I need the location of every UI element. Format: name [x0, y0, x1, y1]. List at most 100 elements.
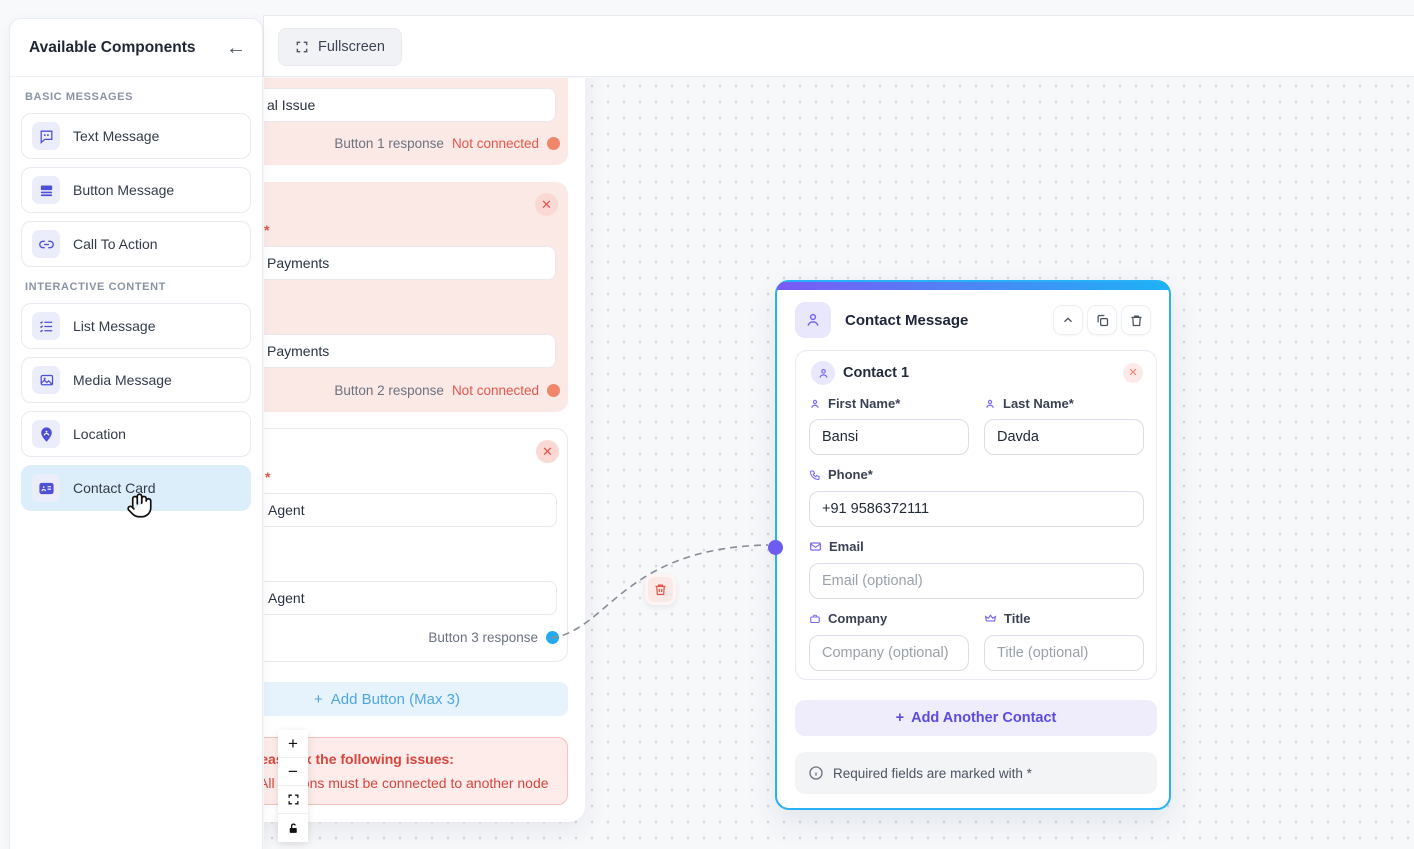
info-icon: [808, 765, 824, 781]
person-icon: [817, 367, 830, 380]
remove-button-icon[interactable]: ✕: [535, 193, 558, 216]
sidebar-header: Available Components ←: [10, 19, 262, 77]
contact-card-icon: [32, 474, 60, 502]
mail-icon: [809, 540, 822, 553]
response-label: Button 1 response: [334, 136, 444, 151]
button-2-section: ✕ * Button 2 response Not connected: [264, 182, 568, 412]
plus-icon: +: [314, 691, 323, 708]
button-message-icon: [32, 176, 60, 204]
sidebar-item-list-message[interactable]: List Message: [21, 303, 251, 349]
required-asterisk: *: [264, 222, 269, 238]
button-message-node[interactable]: Button 1 response Not connected ✕ * Butt…: [264, 78, 585, 822]
collapse-node-button[interactable]: [1053, 305, 1083, 335]
target-handle[interactable]: [768, 540, 783, 555]
briefcase-icon: [809, 613, 821, 625]
location-icon: [32, 420, 60, 448]
connection-handle[interactable]: [547, 384, 560, 397]
add-button-max3-button[interactable]: + Add Button (Max 3): [264, 682, 568, 716]
trash-icon: [653, 582, 668, 597]
plus-icon: +: [896, 710, 904, 726]
response-label: Button 3 response: [428, 630, 538, 645]
person-icon: [804, 311, 822, 329]
connection-status: Not connected: [452, 136, 539, 151]
contact-avatar: [811, 361, 835, 385]
button-3-description-input[interactable]: [264, 581, 557, 615]
button-2-description-input[interactable]: [264, 334, 556, 368]
fit-view-button[interactable]: [278, 786, 308, 814]
media-message-icon: [32, 366, 60, 394]
sidebar-item-text-message[interactable]: Text Message: [21, 113, 251, 159]
add-another-contact-button[interactable]: + Add Another Contact: [795, 700, 1157, 736]
phone-label: Phone*: [809, 467, 873, 482]
section-label-basic-messages: BASIC MESSAGES: [25, 91, 262, 103]
node-gradient-bar: [777, 282, 1169, 290]
collapse-panel-button[interactable]: ←: [226, 38, 246, 58]
lock-toggle-button[interactable]: [278, 814, 308, 842]
connection-handle[interactable]: [547, 137, 560, 150]
available-components-panel: Available Components ← BASIC MESSAGES Te…: [9, 18, 263, 849]
delete-node-button[interactable]: [1121, 305, 1151, 335]
zoom-in-button[interactable]: +: [278, 730, 308, 758]
sidebar-item-button-message[interactable]: Button Message: [21, 167, 251, 213]
connection-handle-connected[interactable]: [546, 631, 559, 644]
button-3-section: ✕ * Button 3 response: [264, 428, 568, 662]
required-fields-note: Required fields are marked with *: [795, 752, 1157, 794]
title-label: Title: [984, 611, 1031, 626]
delete-edge-button[interactable]: [645, 574, 676, 605]
copy-icon: [1095, 313, 1110, 328]
person-icon: [984, 398, 996, 410]
call-to-action-icon: [32, 230, 60, 258]
title-input[interactable]: [984, 635, 1144, 671]
first-name-label: First Name*: [809, 396, 900, 411]
chevron-up-icon: [1061, 313, 1075, 327]
section-label-interactive-content: INTERACTIVE CONTENT: [25, 281, 262, 293]
button-3-response-row: Button 3 response: [428, 630, 559, 645]
contact-card-title: Contact 1: [843, 365, 909, 381]
button-3-title-input[interactable]: [264, 493, 557, 527]
sidebar-item-contact-card[interactable]: Contact Card: [21, 465, 251, 511]
lock-open-icon: [287, 822, 300, 835]
button-1-title-input[interactable]: [264, 88, 556, 122]
button-2-title-input[interactable]: [264, 246, 556, 280]
trash-icon: [1129, 313, 1144, 328]
crown-icon: [984, 612, 997, 625]
last-name-input[interactable]: [984, 419, 1144, 455]
phone-input[interactable]: [809, 491, 1144, 527]
contact-avatar: [795, 302, 831, 338]
flow-canvas[interactable]: Button 1 response Not connected ✕ * Butt…: [264, 78, 1414, 849]
panel-title: Available Components: [29, 39, 226, 57]
canvas-toolbar: Fullscreen: [263, 15, 1414, 77]
email-label: Email: [809, 539, 864, 554]
canvas-controls: + −: [278, 730, 308, 842]
list-message-icon: [32, 312, 60, 340]
remove-button-icon[interactable]: ✕: [536, 440, 559, 463]
phone-icon: [809, 469, 821, 481]
fullscreen-button[interactable]: Fullscreen: [278, 28, 402, 66]
remove-contact-icon[interactable]: ✕: [1123, 363, 1143, 383]
company-input[interactable]: [809, 635, 969, 671]
button-1-section: Button 1 response Not connected: [264, 78, 568, 165]
duplicate-node-button[interactable]: [1087, 305, 1117, 335]
fullscreen-icon: [295, 40, 309, 54]
required-asterisk: *: [265, 469, 270, 485]
first-name-input[interactable]: [809, 419, 969, 455]
contact-node-header: Contact Message: [795, 302, 1151, 338]
sidebar-item-media-message[interactable]: Media Message: [21, 357, 251, 403]
sidebar-item-location[interactable]: Location: [21, 411, 251, 457]
node-title: Contact Message: [845, 312, 1049, 329]
button-2-response-row: Button 2 response Not connected: [334, 383, 560, 398]
contact-1-card: Contact 1 ✕ First Name* Last Name* Phone…: [795, 350, 1157, 680]
last-name-label: Last Name*: [984, 396, 1074, 411]
email-input[interactable]: [809, 563, 1144, 599]
zoom-out-button[interactable]: −: [278, 758, 308, 786]
sidebar-item-call-to-action[interactable]: Call To Action: [21, 221, 251, 267]
response-label: Button 2 response: [334, 383, 444, 398]
connection-status: Not connected: [452, 383, 539, 398]
contact-message-node[interactable]: Contact Message Contact 1 ✕ First Name*: [775, 280, 1171, 810]
fit-view-icon: [287, 793, 300, 806]
button-1-response-row: Button 1 response Not connected: [334, 136, 560, 151]
validation-error-box: Please fix the following issues: All but…: [264, 737, 568, 805]
company-label: Company: [809, 611, 887, 626]
text-message-icon: [32, 122, 60, 150]
person-icon: [809, 398, 821, 410]
